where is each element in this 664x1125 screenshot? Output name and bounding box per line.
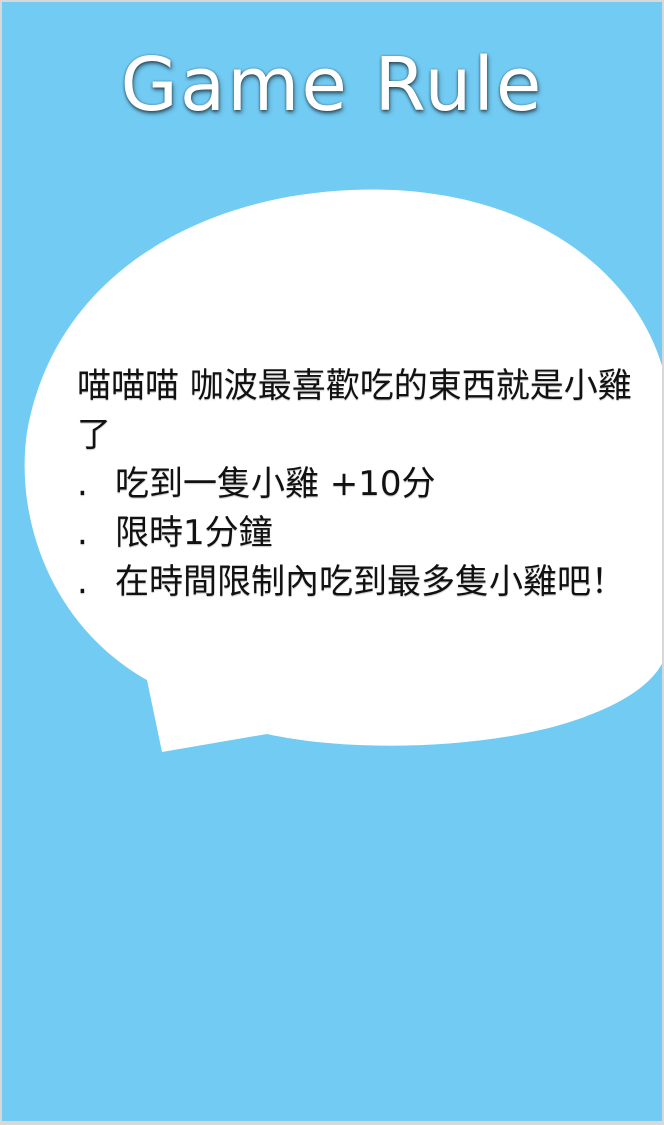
rule-bullet: .	[77, 562, 88, 602]
rule-intro: 喵喵喵 咖波最喜歡吃的東西就是小雞了	[77, 366, 632, 455]
rule-text: 在時間限制內吃到最多隻小雞吧！	[115, 562, 625, 602]
rule-bullet: .	[77, 513, 88, 553]
rule-text: 限時1分鐘	[115, 513, 273, 553]
rule-item: . 限時1分鐘	[77, 509, 662, 558]
rule-text: 吃到一隻小雞 +10分	[115, 464, 436, 504]
rule-list: . 吃到一隻小雞 +10分 . 限時1分鐘 . 在時間限制內吃到最多隻小雞吧！	[77, 460, 662, 607]
rule-item: . 吃到一隻小雞 +10分	[77, 460, 662, 509]
rules-panel: 喵喵喵 咖波最喜歡吃的東西就是小雞了 . 吃到一隻小雞 +10分 . 限時1分鐘…	[77, 362, 662, 607]
game-rule-screen: Game Rule 喵喵喵 咖波最喜歡吃的東西就是小雞了 . 吃到一隻小雞 +1…	[2, 2, 662, 1121]
rule-item: . 在時間限制內吃到最多隻小雞吧！	[77, 558, 662, 607]
rule-bullet: .	[77, 464, 88, 504]
